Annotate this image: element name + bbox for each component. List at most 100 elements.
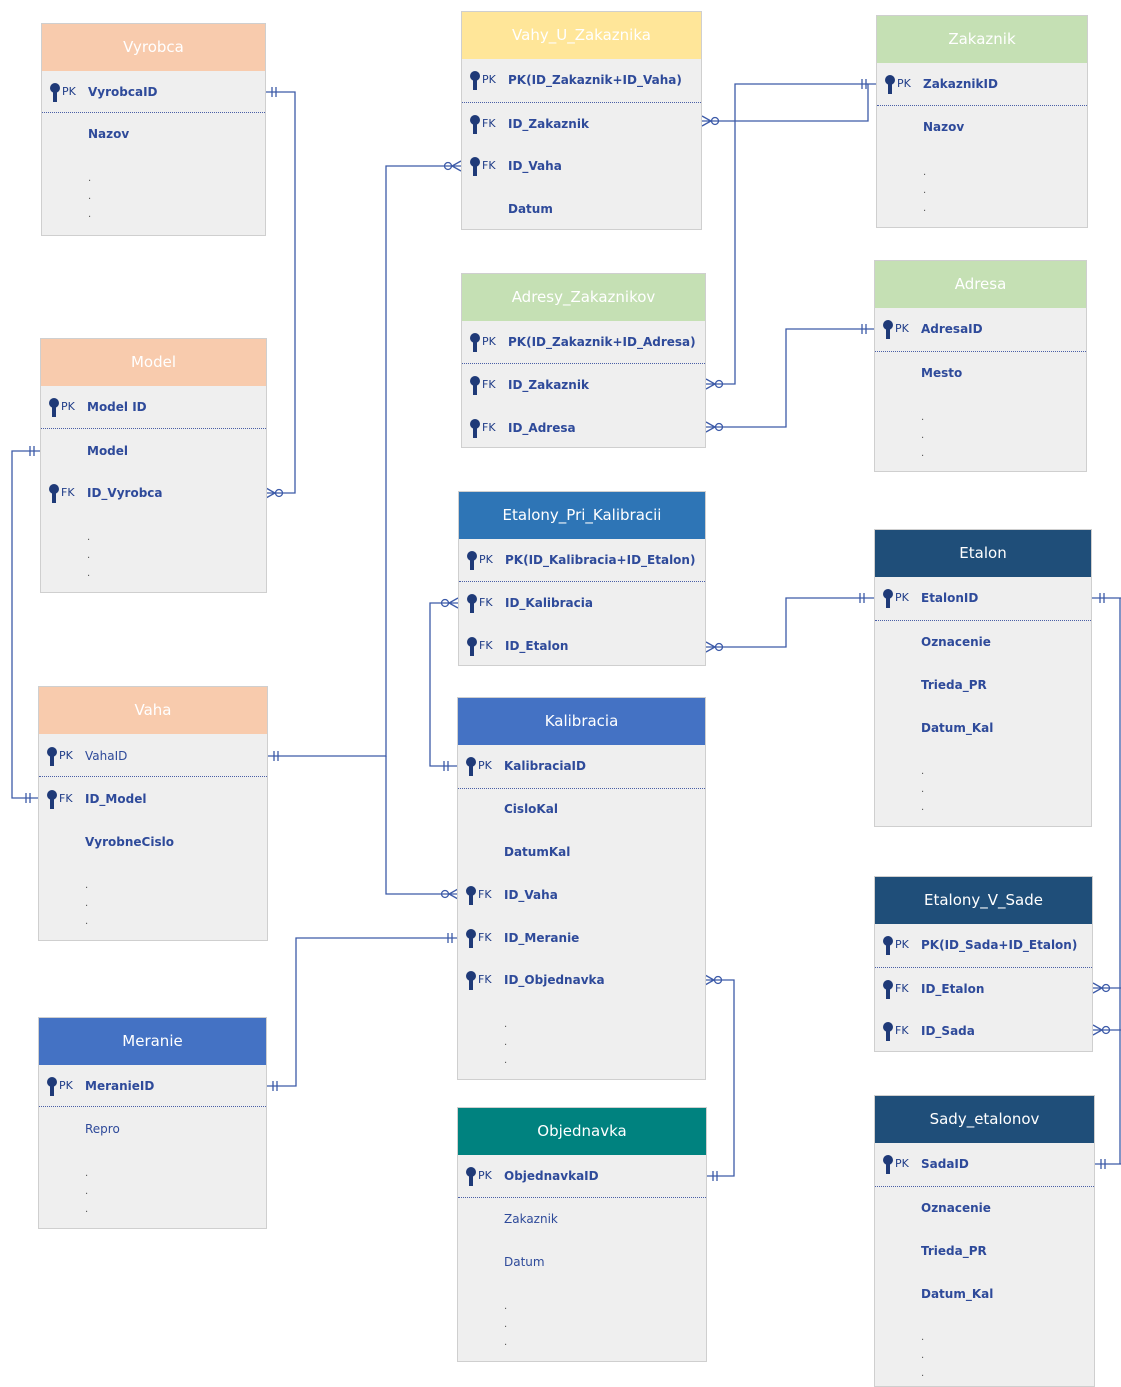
more-fields-dots: ... [85,1168,89,1215]
entity-model[interactable]: Model PK Model ID Model FK ID_Vyrobca ..… [40,338,267,593]
fk-field: ID_Zakaznik [508,117,589,131]
pk-row: PK Model ID [41,397,266,417]
field-name: VyrobneCislo [85,835,174,849]
pk-row: PK PK(ID_Zakaznik+ID_Adresa) [462,332,705,352]
fk-field: ID_Objednavka [504,973,605,987]
fk-label: FK [479,596,493,609]
field-name: Model [87,444,129,458]
rel-etalon-etalonypri [706,597,874,648]
key-icon [883,320,893,339]
entity-title: Meranie [39,1018,266,1065]
separator [459,581,705,582]
separator [458,788,705,789]
fk-row: FK ID_Kalibracia [459,593,705,613]
key-icon [466,886,476,905]
field-name: Nazov [923,120,965,134]
key-icon [50,83,60,102]
fk-label: FK [895,1024,909,1037]
field-name: Datum [508,202,553,216]
field-name: Nazov [88,127,130,141]
key-icon [47,747,57,766]
field-name: DatumKal [504,845,571,859]
entity-vahy-u-zakaznika[interactable]: Vahy_U_Zakaznika PK PK(ID_Zakaznik+ID_Va… [461,11,702,230]
rel-vaha-kalibracia [385,756,458,895]
pk-row: PK VyrobcaID [42,82,265,102]
entity-title: Adresy_Zakaznikov [462,274,705,321]
entity-vaha[interactable]: Vaha PK VahaID FK ID_Model VyrobneCislo … [38,686,268,941]
more-fields-dots: ... [923,167,927,214]
pk-label: PK [895,591,909,604]
key-icon [467,594,477,613]
entity-etalon[interactable]: Etalon PK EtalonID Oznacenie Trieda_PR D… [874,529,1092,827]
entity-title: Etalony_V_Sade [875,877,1092,924]
field-name: Datum_Kal [921,1287,994,1301]
entity-title: Vahy_U_Zakaznika [462,12,701,59]
pk-row: PK PK(ID_Sada+ID_Etalon) [875,935,1092,955]
fk-row: FK ID_Etalon [875,979,1092,999]
key-icon [470,419,480,438]
entity-meranie[interactable]: Meranie PK MeranieID Repro ... [38,1017,267,1229]
pk-row: PK ZakaznikID [877,74,1087,94]
pk-label: PK [895,1157,909,1170]
pk-label: PK [478,1169,492,1182]
fk-field: ID_Vaha [508,159,562,173]
key-icon [47,1077,57,1096]
fk-label: FK [478,973,492,986]
entity-sady-etalonov[interactable]: Sady_etalonov PK SadaID Oznacenie Trieda… [874,1095,1095,1387]
field-name: Oznacenie [921,1201,991,1215]
fk-label: FK [478,931,492,944]
pk-label: PK [61,400,75,413]
entity-title: Sady_etalonov [875,1096,1094,1143]
entity-title: Kalibracia [458,698,705,745]
key-icon [470,71,480,90]
key-icon [466,929,476,948]
entity-adresy-zakaznikov[interactable]: Adresy_Zakaznikov PK PK(ID_Zakaznik+ID_A… [461,273,706,448]
fk-label: FK [482,421,496,434]
fk-field: ID_Vaha [504,888,558,902]
pk-field: VyrobcaID [88,85,158,99]
more-fields-dots: ... [921,766,925,813]
entity-kalibracia[interactable]: Kalibracia PK KalibraciaID CisloKal Datu… [457,697,706,1080]
pk-field: PK(ID_Zakaznik+ID_Vaha) [508,73,682,87]
key-icon [470,157,480,176]
separator [39,1106,266,1107]
rel-vaha-vahyuzakaznika [268,165,461,757]
fk-field: ID_Vyrobca [87,486,163,500]
entity-objednavka[interactable]: Objednavka PK ObjednavkaID Zakaznik Datu… [457,1107,707,1362]
rel-vyrobca-model [266,91,296,494]
entity-zakaznik[interactable]: Zakaznik PK ZakaznikID Nazov ... [876,15,1088,228]
more-fields-dots: ... [85,880,89,927]
key-icon [466,1167,476,1186]
key-icon [883,936,893,955]
fk-row: FK ID_Model [39,789,267,809]
fk-label: FK [478,888,492,901]
entity-vyrobca[interactable]: Vyrobca PK VyrobcaID Nazov ... [41,23,266,236]
fk-row: FK ID_Zakaznik [462,114,701,134]
key-icon [470,115,480,134]
pk-row: PK AdresaID [875,319,1086,339]
entity-etalony-pri-kalibracii[interactable]: Etalony_Pri_Kalibracii PK PK(ID_Kalibrac… [458,491,706,666]
entity-adresa[interactable]: Adresa PK AdresaID Mesto ... [874,260,1087,472]
key-icon [883,1022,893,1041]
separator [875,351,1086,352]
fk-row: FK ID_Meranie [458,928,705,948]
field-name: CisloKal [504,802,558,816]
rel-zakaznik-vahyuzakaznika [702,83,876,122]
field-name: Zakaznik [504,1212,558,1226]
pk-label: PK [895,322,909,335]
field-row: Repro [39,1119,266,1139]
entity-etalony-v-sade[interactable]: Etalony_V_Sade PK PK(ID_Sada+ID_Etalon) … [874,876,1093,1052]
field-row: VyrobneCislo [39,832,267,852]
fk-field: ID_Adresa [508,421,576,435]
fk-row: FK ID_Objednavka [458,970,705,990]
separator [877,105,1087,106]
pk-label: PK [895,938,909,951]
separator [458,1197,706,1198]
key-icon [885,75,895,94]
pk-row: PK EtalonID [875,588,1091,608]
fk-row: FK ID_Vaha [462,156,701,176]
key-icon [49,398,59,417]
fk-row: FK ID_Vaha [458,885,705,905]
key-icon [466,757,476,776]
separator [462,102,701,103]
